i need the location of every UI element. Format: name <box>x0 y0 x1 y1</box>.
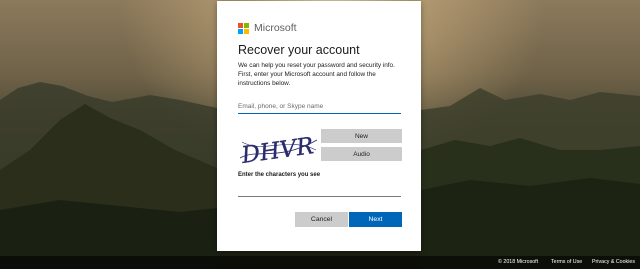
captcha-prompt: Enter the characters you see <box>238 172 321 178</box>
captcha-input[interactable] <box>238 185 401 197</box>
microsoft-logo-icon <box>238 22 249 34</box>
captcha-image: DHVR <box>238 128 319 166</box>
footer-privacy-link[interactable]: Privacy & Cookies <box>592 259 635 265</box>
footer-copyright: © 2018 Microsoft <box>498 259 539 265</box>
cancel-button[interactable]: Cancel <box>295 212 348 227</box>
footer-terms-link[interactable]: Terms of Use <box>551 259 582 265</box>
new-captcha-button[interactable]: New <box>321 129 402 143</box>
instructions-text: We can help you reset your password and … <box>238 62 395 87</box>
page-title: Recover your account <box>238 43 360 57</box>
next-button[interactable]: Next <box>349 212 402 227</box>
microsoft-brand: Microsoft <box>238 22 297 34</box>
footer-bar: © 2018 Microsoft Terms of Use Privacy & … <box>0 256 640 269</box>
recover-account-dialog: Microsoft Recover your account We can he… <box>217 1 421 251</box>
email-input[interactable] <box>238 99 401 114</box>
audio-captcha-button[interactable]: Audio <box>321 147 402 161</box>
brand-name: Microsoft <box>254 22 297 34</box>
